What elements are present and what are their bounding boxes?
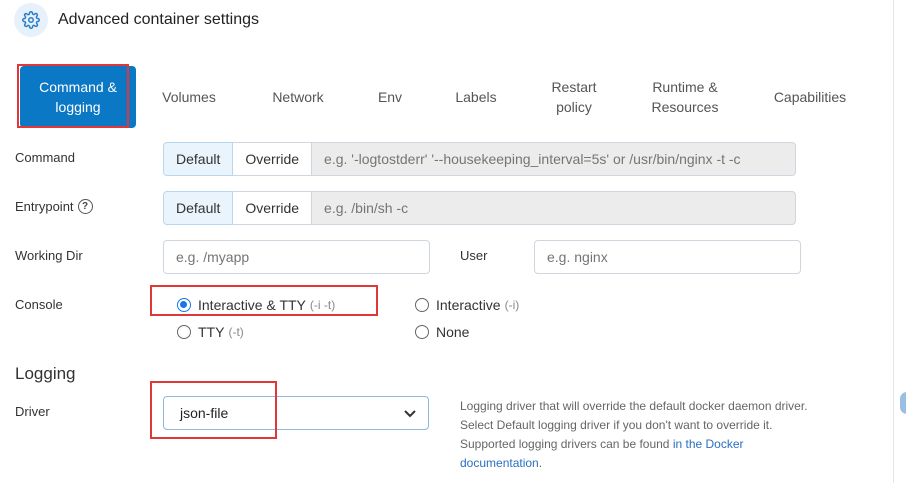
tab-labels[interactable]: Labels — [442, 66, 510, 128]
tab-label: Capabilities — [773, 89, 847, 105]
user-input[interactable] — [534, 240, 801, 274]
tab-label: Command & — [39, 79, 117, 95]
command-override-button[interactable]: Override — [233, 142, 313, 176]
tab-label: Resources — [651, 99, 719, 115]
command-input[interactable] — [312, 142, 797, 176]
radio-unchecked-icon — [415, 325, 429, 339]
radio-flag: (-i) — [504, 298, 520, 312]
tab-command-logging[interactable]: Command & logging — [20, 66, 136, 128]
driver-help-text: Logging driver that will override the de… — [460, 397, 810, 473]
tab-label: Labels — [455, 89, 497, 105]
console-radio-none[interactable]: None — [415, 324, 469, 340]
right-divider — [893, 0, 894, 483]
driver-select-value: json-file — [180, 405, 229, 421]
entrypoint-default-button[interactable]: Default — [163, 191, 234, 225]
section-title: Advanced container settings — [58, 11, 260, 28]
working-dir-input[interactable] — [163, 240, 430, 274]
tab-capabilities[interactable]: Capabilities — [764, 66, 856, 128]
radio-label: None — [436, 324, 470, 340]
entrypoint-input[interactable] — [312, 191, 797, 225]
help-icon[interactable]: ? — [77, 199, 93, 214]
tab-label: Env — [377, 89, 403, 105]
radio-checked-icon — [177, 298, 191, 312]
gear-icon — [14, 3, 48, 37]
command-label: Command — [15, 150, 75, 165]
tab-bar: Command & logging Volumes Network Env Lab… — [14, 66, 874, 128]
tab-label: Network — [272, 89, 324, 105]
tab-env[interactable]: Env — [364, 66, 416, 128]
tab-label: policy — [556, 99, 592, 115]
radio-flag: (-i -t) — [309, 298, 336, 312]
chevron-down-icon — [404, 405, 416, 421]
section-header: Advanced container settings — [14, 2, 259, 38]
driver-label: Driver — [15, 404, 50, 419]
entrypoint-toggle: Default Override — [163, 191, 797, 225]
tab-runtime-resources[interactable]: Runtime & Resources — [640, 66, 730, 128]
tab-label: Runtime & — [652, 79, 718, 95]
driver-select[interactable]: json-file — [163, 396, 429, 430]
tab-label: Restart — [551, 79, 597, 95]
working-dir-label: Working Dir — [15, 248, 83, 263]
tab-network[interactable]: Network — [258, 66, 338, 128]
tab-label: Volumes — [162, 89, 216, 105]
radio-unchecked-icon — [177, 325, 191, 339]
driver-help-end: . — [538, 456, 543, 470]
edge-widget[interactable] — [900, 392, 906, 414]
entrypoint-label: Entrypoint ? — [15, 199, 93, 214]
console-radio-interactive-tty[interactable]: Interactive & TTY (-i -t) — [177, 297, 335, 313]
command-toggle: Default Override — [163, 142, 797, 176]
tab-label: logging — [55, 99, 101, 115]
console-label: Console — [15, 297, 63, 312]
radio-unchecked-icon — [415, 298, 429, 312]
tab-volumes[interactable]: Volumes — [150, 66, 228, 128]
logging-title: Logging — [15, 364, 76, 383]
console-radio-interactive[interactable]: Interactive (-i) — [415, 297, 519, 313]
console-radio-tty[interactable]: TTY (-t) — [177, 324, 244, 340]
radio-label: TTY — [198, 324, 225, 340]
user-label: User — [460, 248, 488, 263]
radio-label: Interactive — [436, 297, 501, 313]
radio-label: Interactive & TTY — [198, 297, 306, 313]
radio-flag: (-t) — [228, 325, 244, 339]
entrypoint-label-text: Entrypoint — [15, 199, 74, 214]
entrypoint-override-button[interactable]: Override — [233, 191, 313, 225]
driver-help-body: Logging driver that will override the de… — [460, 399, 808, 451]
tab-restart-policy[interactable]: Restart policy — [538, 66, 610, 128]
command-default-button[interactable]: Default — [163, 142, 234, 176]
